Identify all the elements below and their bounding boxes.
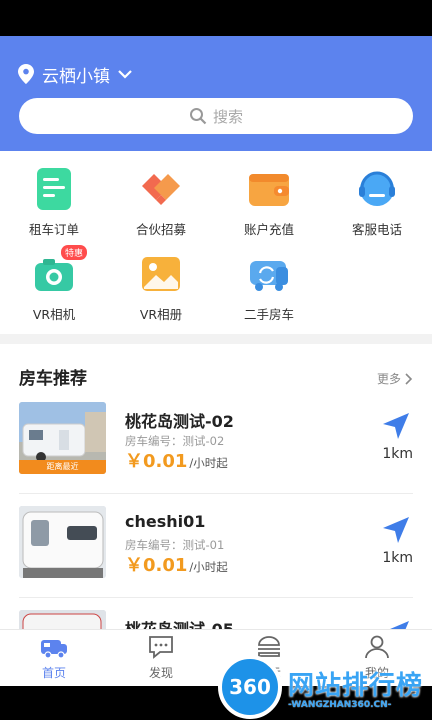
grid-item-vr-album[interactable]: VR相册 (121, 251, 201, 323)
grid-item-used-rv[interactable]: 二手房车 (229, 251, 309, 323)
handshake-icon (138, 166, 184, 212)
grid-item-hotline[interactable]: 客服电话 (337, 166, 417, 238)
divider (19, 493, 413, 494)
app-screen: 云栖小镇 搜索 租车订单 合伙招募 账户充值 客服电话 特惠 VR相机 VR相册… (0, 36, 432, 686)
more-link[interactable]: 更多 (377, 370, 413, 387)
search-icon (189, 108, 207, 125)
grid-item-vr-camera[interactable]: 特惠 VR相机 (14, 245, 94, 323)
price-value: ￥0.01 (125, 451, 188, 472)
rv-price: ￥0.01/小时起 (125, 551, 228, 577)
watermark-logo: 360 (218, 655, 282, 719)
price-unit: /小时起 (189, 456, 228, 470)
headset-icon (354, 166, 400, 212)
used-rv-icon (246, 251, 292, 297)
navigation-arrow-icon[interactable] (381, 515, 411, 545)
grid-item-recharge[interactable]: 账户充值 (229, 166, 309, 238)
feature-grid: 租车订单 合伙招募 账户充值 客服电话 特惠 VR相机 VR相册 二手房车 (0, 151, 432, 334)
section-title: 房车推荐 (19, 369, 87, 389)
price-unit: /小时起 (189, 560, 228, 574)
divider (19, 597, 413, 598)
search-placeholder: 搜索 (212, 107, 243, 126)
promo-badge: 特惠 (60, 245, 87, 260)
rv-card[interactable]: cheshi01 房车编号：测试-01 ￥0.01/小时起 1km (19, 506, 413, 578)
rv-thumbnail (19, 506, 106, 578)
navigation-arrow-icon[interactable] (381, 411, 411, 441)
rv-name: cheshi01 (125, 512, 206, 531)
location-pin-icon (18, 64, 34, 84)
grid-item-label: VR相册 (139, 307, 183, 322)
tab-discover[interactable]: 发现 (121, 634, 201, 681)
rv-price: ￥0.01/小时起 (125, 447, 228, 473)
nearest-tag: 距离最近 (19, 460, 106, 474)
watermark-url: -WANGZHAN360.CN- (288, 700, 392, 710)
grid-item-label: 合伙招募 (135, 222, 186, 237)
rv-card[interactable]: 距离最近 桃花岛测试-02 房车编号：测试-02 ￥0.01/小时起 1km (19, 402, 413, 474)
rv-distance: 1km (382, 446, 413, 462)
header: 云栖小镇 搜索 (0, 36, 432, 151)
tab-label: 发现 (148, 666, 173, 680)
grid-item-label: VR相机 (32, 307, 76, 322)
grid-item-rental-order[interactable]: 租车订单 (14, 166, 94, 238)
rental-order-icon (31, 166, 77, 212)
wallet-icon (246, 166, 292, 212)
chat-icon (149, 636, 173, 659)
status-bar-area (0, 0, 432, 36)
grid-item-label: 二手房车 (243, 307, 294, 322)
watermark-title: 网站排行榜 (288, 671, 424, 701)
location-selector[interactable]: 云栖小镇 (18, 62, 132, 87)
grid-item-label: 租车订单 (28, 222, 79, 237)
grid-item-partner[interactable]: 合伙招募 (121, 166, 201, 238)
chevron-right-icon (405, 372, 413, 385)
more-label: 更多 (376, 372, 401, 386)
rv-home-icon (41, 640, 67, 659)
rv-distance: 1km (382, 550, 413, 566)
grid-item-label: 客服电话 (351, 222, 402, 237)
chevron-down-icon (118, 70, 132, 79)
location-label: 云栖小镇 (42, 66, 110, 87)
camera-icon: 特惠 (31, 245, 87, 297)
album-icon (138, 251, 184, 297)
tab-home[interactable]: 首页 (14, 634, 94, 681)
rv-name: 桃花岛测试-02 (125, 412, 234, 431)
price-value: ￥0.01 (125, 555, 188, 576)
rv-thumbnail: 距离最近 (19, 402, 106, 474)
watermark: 360 网站排行榜 -WANGZHAN360.CN- (206, 645, 432, 720)
tab-label: 首页 (41, 666, 66, 680)
grid-item-label: 账户充值 (243, 222, 294, 237)
search-input[interactable]: 搜索 (19, 98, 413, 134)
